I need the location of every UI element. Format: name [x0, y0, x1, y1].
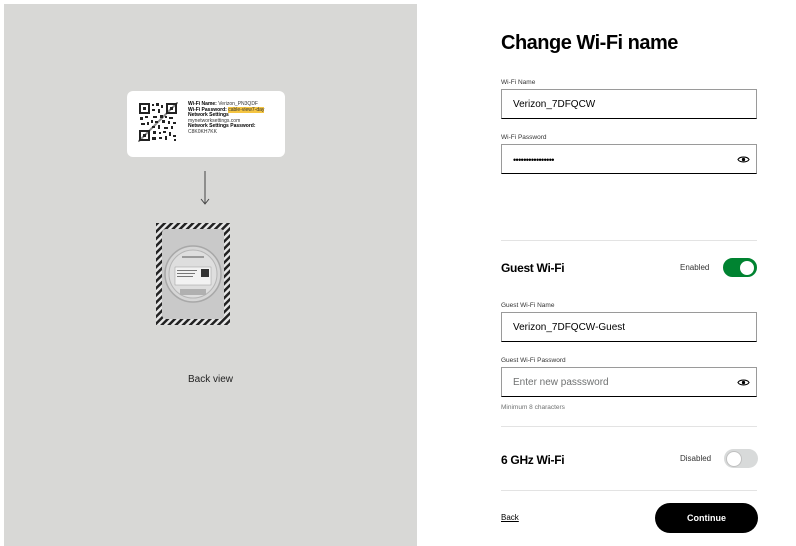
- label-network-password-value: C8K0KH7KK: [188, 128, 217, 135]
- guest-wifi-password-label: Guest Wi-Fi Password: [501, 357, 566, 364]
- back-view-caption: Back view: [187, 374, 233, 385]
- router-label-card: Wi-Fi Name: Verizon_PN3QDF Wi-Fi Passwor…: [127, 91, 285, 157]
- toggle-knob: [739, 260, 755, 276]
- label-wifi-password-value: cable-view7-day: [228, 106, 265, 113]
- wifi-name-label: Wi-Fi Name: [501, 79, 536, 86]
- label-card-text: Wi-Fi Name: Verizon_PN3QDF Wi-Fi Passwor…: [188, 101, 283, 136]
- section-divider: [501, 426, 757, 427]
- guest-wifi-status: Enabled: [680, 263, 710, 272]
- back-link[interactable]: Back: [501, 513, 519, 522]
- section-divider: [501, 240, 757, 241]
- eye-icon[interactable]: [737, 154, 750, 165]
- wifi-form-panel: Change Wi-Fi name Wi-Fi Name Verizon_7DF…: [417, 0, 796, 546]
- guest-wifi-name-label: Guest Wi-Fi Name: [501, 302, 555, 309]
- device-illustration-panel: Wi-Fi Name: Verizon_PN3QDF Wi-Fi Passwor…: [4, 4, 417, 546]
- wifi-name-input[interactable]: Verizon_7DFQCW: [501, 89, 757, 119]
- page-title: Change Wi-Fi name: [501, 32, 678, 54]
- guest-wifi-title: Guest Wi-Fi: [501, 261, 565, 275]
- wifi-password-value: ••••••••••••••••: [513, 155, 554, 165]
- guest-wifi-password-placeholder: Enter new passsword: [513, 377, 609, 388]
- guest-wifi-toggle[interactable]: [723, 258, 757, 277]
- password-hint: Minimum 8 characters: [501, 404, 565, 411]
- toggle-knob: [725, 450, 742, 467]
- guest-wifi-name-value: Verizon_7DFQCW-Guest: [513, 322, 626, 333]
- qr-code-icon: [138, 102, 178, 142]
- wifi-password-input[interactable]: ••••••••••••••••: [501, 144, 757, 174]
- section-divider: [501, 490, 757, 491]
- eye-icon[interactable]: [737, 377, 750, 388]
- wifi-name-value: Verizon_7DFQCW: [513, 99, 596, 110]
- ghz6-wifi-status: Disabled: [680, 454, 712, 463]
- guest-wifi-password-input[interactable]: Enter new passsword: [501, 367, 757, 397]
- arrow-down-icon: [200, 171, 210, 205]
- ghz6-wifi-toggle[interactable]: [724, 449, 758, 468]
- ghz6-wifi-title: 6 GHz Wi-Fi: [501, 453, 565, 467]
- continue-button[interactable]: Continue: [655, 503, 758, 533]
- router-back-image: [156, 223, 230, 325]
- guest-wifi-name-input[interactable]: Verizon_7DFQCW-Guest: [501, 312, 757, 342]
- wifi-password-label: Wi-Fi Password: [501, 134, 547, 141]
